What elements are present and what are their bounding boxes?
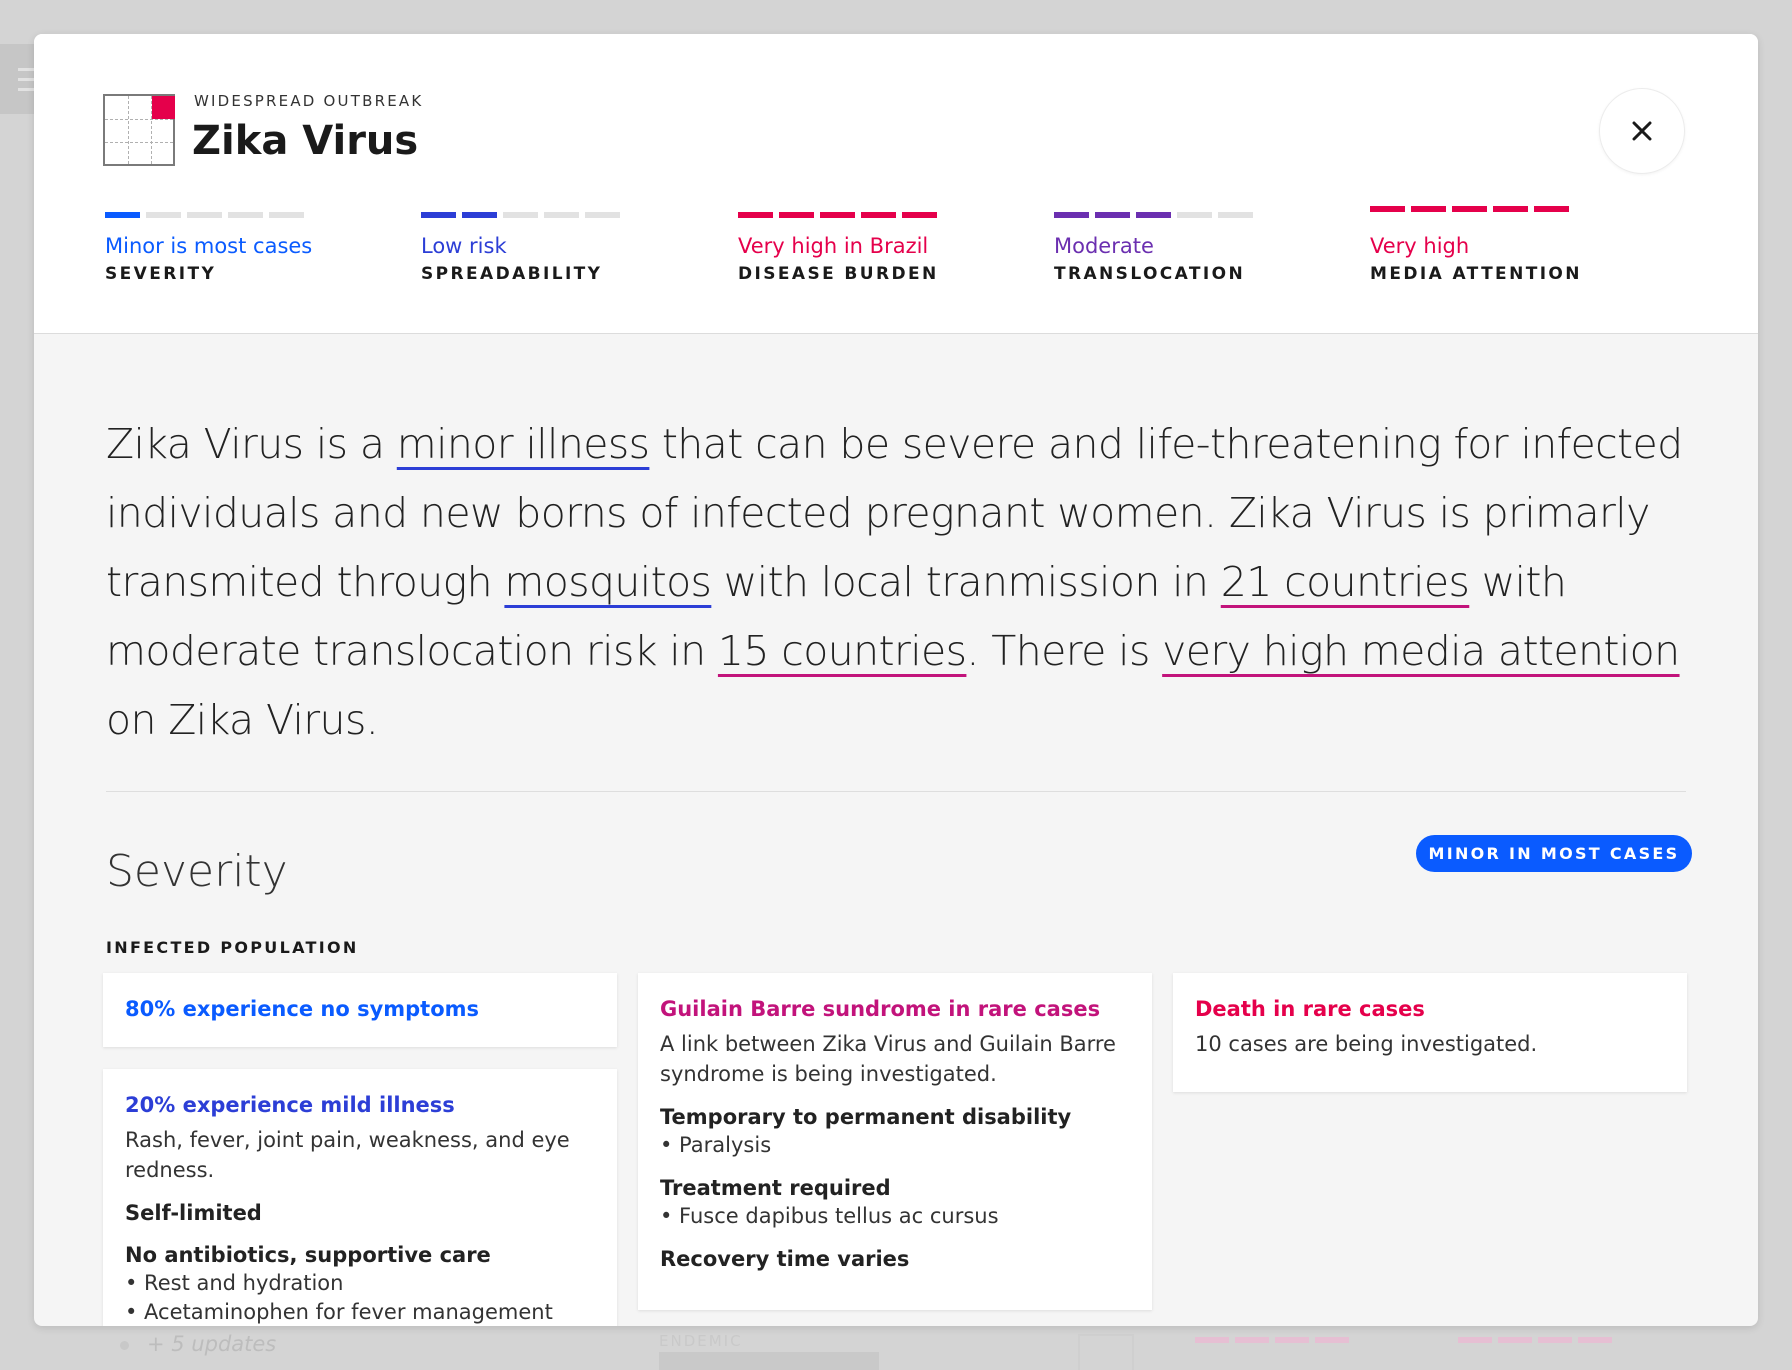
level-bar-filled xyxy=(738,212,773,218)
spreadability-value: Low risk xyxy=(421,234,507,258)
disease-burden-level-bars xyxy=(738,212,939,218)
background-bars xyxy=(1195,1337,1349,1343)
level-bar-filled xyxy=(820,212,855,218)
infected-population-heading: INFECTED POPULATION xyxy=(106,938,359,957)
outbreak-matrix-icon xyxy=(103,94,175,166)
summary-text: with local tranmission in xyxy=(711,558,1221,606)
level-bar-filled xyxy=(1370,206,1405,212)
background-grid-icon xyxy=(1078,1334,1134,1370)
translocation-label: TRANSLOCATION xyxy=(1054,264,1246,284)
card-no-symptoms: 80% experience no symptoms xyxy=(103,973,617,1047)
media-attention-label: MEDIA ATTENTION xyxy=(1370,264,1582,284)
close-icon xyxy=(1632,121,1652,141)
link-mosquitos[interactable]: mosquitos xyxy=(504,558,712,606)
metric-disease-burden[interactable]: Very high in Brazil DISEASE BURDEN xyxy=(738,212,939,284)
severity-level-bars xyxy=(105,212,312,218)
summary-text: Zika Virus is a xyxy=(106,420,397,468)
card-subheading: Treatment required xyxy=(660,1176,891,1200)
card-title: 20% experience mild illness xyxy=(125,1093,455,1117)
summary-text: . There is xyxy=(966,627,1163,675)
background-updates-text: + 5 updates xyxy=(120,1332,276,1356)
level-bar-filled xyxy=(105,212,140,218)
link-21-countries[interactable]: 21 countries xyxy=(1221,558,1470,606)
disease-burden-label: DISEASE BURDEN xyxy=(738,264,939,284)
list-item: • Acetaminophen for fever management xyxy=(125,1300,553,1324)
close-button[interactable] xyxy=(1599,88,1685,174)
level-bar-filled xyxy=(779,212,814,218)
metric-spreadability[interactable]: Low risk SPREADABILITY xyxy=(421,212,620,284)
card-death: Death in rare cases 10 cases are being i… xyxy=(1173,973,1687,1092)
card-subheading: No antibiotics, supportive care xyxy=(125,1243,491,1267)
card-subheading: Recovery time varies xyxy=(660,1247,910,1271)
metric-translocation[interactable]: Moderate TRANSLOCATION xyxy=(1054,212,1253,284)
level-bar-filled xyxy=(861,212,896,218)
translocation-value: Moderate xyxy=(1054,234,1154,258)
summary-text: on Zika Virus. xyxy=(106,696,379,744)
background-endemic-eyebrow: ENDEMIC xyxy=(659,1332,743,1350)
spreadability-label: SPREADABILITY xyxy=(421,264,603,284)
link-15-countries[interactable]: 15 countries xyxy=(718,627,967,675)
level-bar-filled xyxy=(1136,212,1171,218)
level-bar-empty xyxy=(503,212,538,218)
link-minor-illness[interactable]: minor illness xyxy=(397,420,650,468)
section-divider xyxy=(106,791,1686,792)
outbreak-type-label: WIDESPREAD OUTBREAK xyxy=(194,92,424,110)
card-description: 10 cases are being investigated. xyxy=(1195,1032,1538,1056)
link-media-attention[interactable]: very high media attention xyxy=(1162,627,1680,675)
modal-header: WIDESPREAD OUTBREAK Zika Virus Minor is … xyxy=(34,34,1758,334)
list-item: • Paralysis xyxy=(660,1133,772,1157)
severity-label: SEVERITY xyxy=(105,264,217,284)
level-bar-filled xyxy=(902,212,937,218)
level-bar-filled xyxy=(1095,212,1130,218)
media-attention-value: Very high xyxy=(1370,234,1470,258)
card-title: 80% experience no symptoms xyxy=(125,997,480,1021)
level-bar-filled xyxy=(1493,206,1528,212)
list-item: • Fusce dapibus tellus ac cursus xyxy=(660,1204,999,1228)
background-title-placeholder xyxy=(659,1352,879,1370)
media-attention-level-bars xyxy=(1370,206,1582,212)
level-bar-filled xyxy=(1534,206,1569,212)
card-subheading: Self-limited xyxy=(125,1201,262,1225)
level-bar-empty xyxy=(187,212,222,218)
page-title: Zika Virus xyxy=(192,118,419,164)
level-bar-filled xyxy=(1452,206,1487,212)
card-description: Rash, fever, joint pain, weakness, and e… xyxy=(125,1128,570,1182)
level-bar-filled xyxy=(462,212,497,218)
spreadability-level-bars xyxy=(421,212,620,218)
card-subheading: Temporary to permanent disability xyxy=(660,1105,1072,1129)
background-bars xyxy=(1458,1337,1612,1343)
level-bar-empty xyxy=(1218,212,1253,218)
translocation-level-bars xyxy=(1054,212,1253,218)
level-bar-empty xyxy=(585,212,620,218)
level-bar-filled xyxy=(1411,206,1446,212)
metric-media-attention[interactable]: Very high MEDIA ATTENTION xyxy=(1370,206,1582,284)
level-bar-empty xyxy=(1177,212,1212,218)
disease-burden-value: Very high in Brazil xyxy=(738,234,929,258)
metric-severity[interactable]: Minor is most cases SEVERITY xyxy=(105,212,312,284)
level-bar-filled xyxy=(1054,212,1089,218)
level-bar-empty xyxy=(228,212,263,218)
card-description: A link between Zika Virus and Guilain Ba… xyxy=(660,1032,1116,1086)
outbreak-summary: Zika Virus is a minor illness that can b… xyxy=(106,410,1706,755)
level-bar-empty xyxy=(269,212,304,218)
level-bar-empty xyxy=(146,212,181,218)
card-guilain-barre: Guilain Barre sundrome in rare cases A l… xyxy=(638,973,1152,1310)
severity-value: Minor is most cases xyxy=(105,234,313,258)
level-bar-empty xyxy=(544,212,579,218)
outbreak-modal: WIDESPREAD OUTBREAK Zika Virus Minor is … xyxy=(34,34,1758,1326)
card-title: Guilain Barre sundrome in rare cases xyxy=(660,997,1101,1021)
list-item: • Rest and hydration xyxy=(125,1271,344,1295)
card-mild-illness: 20% experience mild illness Rash, fever,… xyxy=(103,1069,617,1326)
background-menu-icon xyxy=(0,44,36,114)
severity-status-badge: MINOR IN MOST CASES xyxy=(1416,835,1692,872)
level-bar-filled xyxy=(421,212,456,218)
severity-section-title: Severity xyxy=(106,846,288,897)
card-title: Death in rare cases xyxy=(1195,997,1425,1021)
